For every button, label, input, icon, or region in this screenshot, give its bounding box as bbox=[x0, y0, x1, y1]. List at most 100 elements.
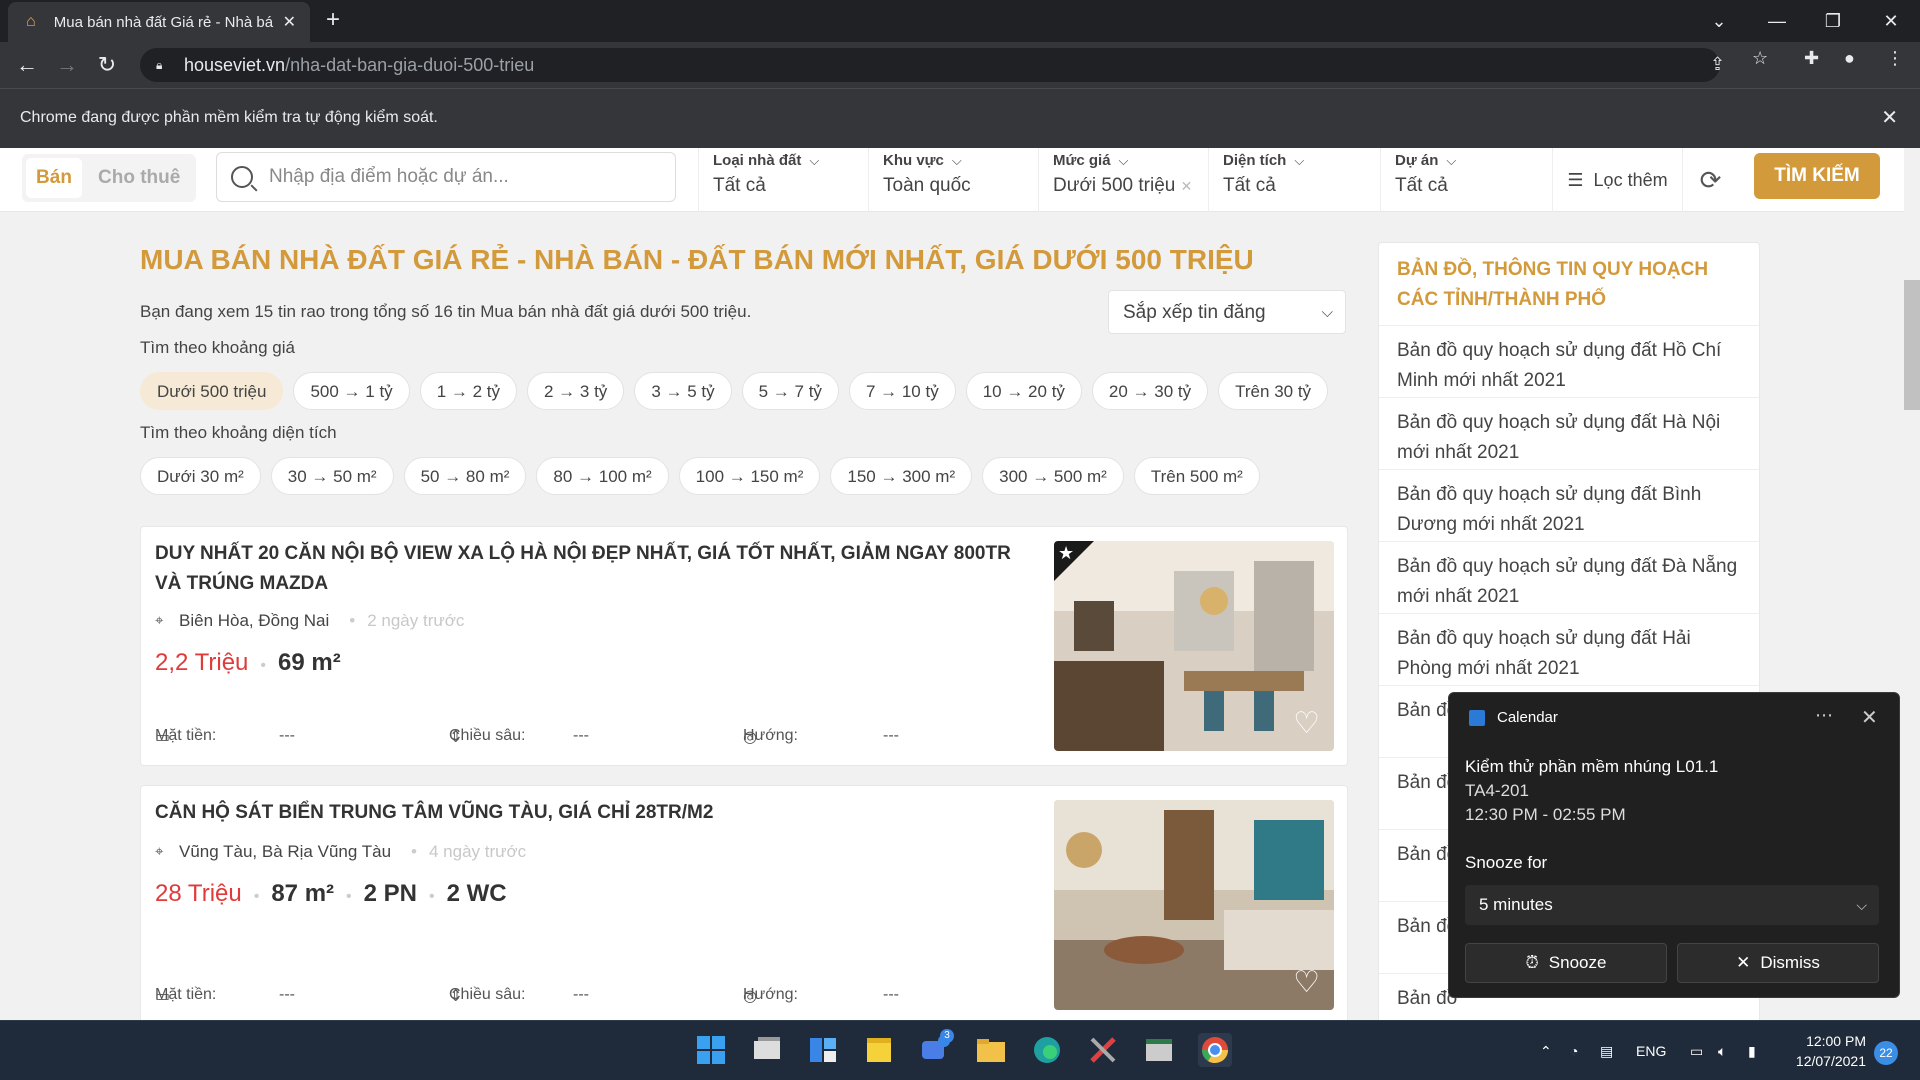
forward-icon[interactable]: → bbox=[52, 50, 82, 80]
price-chip[interactable]: Trên 30 tỷ bbox=[1218, 372, 1329, 410]
listing-card[interactable]: DUY NHẤT 20 CĂN NỘI BỘ VIEW XA LỘ HÀ NỘI… bbox=[140, 526, 1348, 766]
task-view-icon[interactable] bbox=[750, 1033, 784, 1067]
snooze-button[interactable]: ⏰︎ Snooze bbox=[1465, 943, 1667, 983]
interior-photo-placeholder bbox=[1054, 541, 1334, 751]
area-chip[interactable]: Dưới 30 m² bbox=[140, 457, 261, 495]
price-chip[interactable]: Dưới 500 triệu bbox=[140, 372, 284, 410]
tab-sell[interactable]: Bán bbox=[26, 158, 82, 198]
favorite-heart-icon[interactable]: ♡ bbox=[1293, 965, 1320, 1000]
extensions-icon[interactable]: ✚ bbox=[1804, 48, 1819, 69]
sidebar-link[interactable]: Bản đồ quy hoạch sử dụng đất Bình Dương … bbox=[1379, 470, 1759, 542]
filter-project[interactable]: Dự án ⌵ Tất cả bbox=[1380, 148, 1552, 212]
tab-search-icon[interactable]: ⌄ bbox=[1694, 0, 1744, 42]
lock-icon[interactable]: 🔒︎ bbox=[156, 58, 168, 72]
menu-kebab-icon[interactable]: ⋮ bbox=[1886, 48, 1904, 69]
close-window-icon[interactable]: ✕ bbox=[1866, 0, 1916, 42]
price-chip[interactable]: 5 → 7 tỷ bbox=[741, 372, 839, 410]
close-notification-icon[interactable]: ✕ bbox=[1861, 705, 1878, 730]
back-icon[interactable]: ← bbox=[12, 50, 42, 80]
url-text[interactable]: houseviet.vn/nha-dat-ban-gia-duoi-500-tr… bbox=[184, 55, 534, 76]
share-icon[interactable]: ⇪ bbox=[1710, 54, 1725, 75]
event-title: Kiểm thử phần mềm nhúng L01.1 bbox=[1465, 757, 1719, 776]
sidebar-link[interactable]: Bản đồ quy hoạch sử dụng đất Hải Phòng m… bbox=[1379, 614, 1759, 686]
price-chip[interactable]: 2 → 3 tỷ bbox=[527, 372, 625, 410]
price-chip[interactable]: 20 → 30 tỷ bbox=[1091, 372, 1209, 410]
system-clock[interactable]: 12:00 PM 12/07/2021 bbox=[1782, 1031, 1866, 1071]
volume-icon[interactable]: 🔈︎ bbox=[1718, 1021, 1726, 1080]
alarm-clock-icon: ⏰︎ bbox=[1525, 953, 1539, 972]
new-tab-icon[interactable]: + bbox=[326, 8, 340, 32]
filter-region[interactable]: Khu vực ⌵ Toàn quốc bbox=[868, 148, 1038, 212]
page-scrollbar[interactable] bbox=[1904, 148, 1920, 1020]
clear-price-icon[interactable]: ✕ bbox=[1181, 178, 1193, 194]
area-chip[interactable]: 150 → 300 m² bbox=[830, 457, 973, 495]
dismiss-button[interactable]: ✕ Dismiss bbox=[1677, 943, 1879, 983]
widgets-icon[interactable] bbox=[806, 1033, 840, 1067]
favorite-heart-icon[interactable]: ♡ bbox=[1293, 706, 1320, 741]
tool-app-icon[interactable] bbox=[1086, 1033, 1120, 1067]
tab-rent[interactable]: Cho thuê bbox=[98, 158, 180, 198]
language-indicator[interactable]: ENG bbox=[1636, 1021, 1666, 1080]
scrollbar-thumb[interactable] bbox=[1904, 280, 1920, 410]
event-time: 12:30 PM - 02:55 PM bbox=[1465, 805, 1626, 824]
edge-browser-icon[interactable] bbox=[1030, 1033, 1064, 1067]
profile-icon[interactable]: ● bbox=[1844, 48, 1855, 69]
browser-tab[interactable]: ⌂ Mua bán nhà đất Giá rẻ - Nhà bá ✕ bbox=[8, 2, 310, 42]
listing-title[interactable]: CĂN HỘ SÁT BIỂN TRUNG TÂM VŨNG TÀU, GIÁ … bbox=[155, 798, 1035, 828]
sticky-notes-icon[interactable] bbox=[862, 1033, 896, 1067]
search-field[interactable] bbox=[216, 152, 676, 202]
sort-dropdown[interactable]: Sắp xếp tin đăng ⌵ bbox=[1108, 290, 1346, 334]
tray-expand-icon[interactable]: ⌃ bbox=[1540, 1021, 1552, 1080]
price-chip[interactable]: 500 → 1 tỷ bbox=[293, 372, 410, 410]
price-chip[interactable]: 10 → 20 tỷ bbox=[965, 372, 1082, 410]
start-windows-icon[interactable] bbox=[694, 1033, 728, 1067]
filter-area[interactable]: Diện tích ⌵ Tất cả bbox=[1208, 148, 1380, 212]
price-chip[interactable]: 7 → 10 tỷ bbox=[848, 372, 956, 410]
listing-title[interactable]: DUY NHẤT 20 CĂN NỘI BỘ VIEW XA LỘ HÀ NỘI… bbox=[155, 539, 1035, 599]
listing-photo[interactable]: ★ ♡ bbox=[1054, 541, 1334, 751]
battery-icon[interactable]: ▮ bbox=[1748, 1021, 1756, 1080]
area-chip[interactable]: 30 → 50 m² bbox=[270, 457, 394, 495]
sidebar-link[interactable]: Bản đồ quy hoạch sử dụng đất Đà Nẵng mới… bbox=[1379, 542, 1759, 614]
area-chip[interactable]: 80 → 100 m² bbox=[536, 457, 669, 495]
area-chip[interactable]: 50 → 80 m² bbox=[403, 457, 527, 495]
file-explorer-icon[interactable] bbox=[974, 1033, 1008, 1067]
display-icon[interactable]: ▭ bbox=[1690, 1021, 1703, 1080]
filter-property-type[interactable]: Loại nhà đất ⌵ Tất cả bbox=[698, 148, 868, 212]
search-input[interactable] bbox=[269, 166, 649, 188]
search-button[interactable]: TÌM KIẾM bbox=[1754, 153, 1880, 199]
address-bar-area: ← → ↻ 🔒︎ houseviet.vn/nha-dat-ban-gia-du… bbox=[0, 42, 1920, 88]
app-window-icon[interactable] bbox=[1142, 1033, 1176, 1067]
snooze-duration-select[interactable]: 5 minutes ⌵ bbox=[1465, 885, 1879, 925]
more-filters-button[interactable]: ☰ Lọc thêm bbox=[1552, 148, 1682, 212]
chrome-icon[interactable] bbox=[1198, 1033, 1232, 1067]
sidebar-heading: BẢN ĐỒ, THÔNG TIN QUY HOẠCH CÁC TỈNH/THÀ… bbox=[1379, 243, 1759, 326]
minimize-icon[interactable]: — bbox=[1752, 0, 1802, 42]
teams-chat-icon[interactable]: 3 bbox=[918, 1029, 954, 1067]
omnibox[interactable]: 🔒︎ houseviet.vn/nha-dat-ban-gia-duoi-500… bbox=[140, 48, 1725, 82]
bookmark-star-icon[interactable]: ☆ bbox=[1752, 48, 1768, 69]
price-range-heading: Tìm theo khoảng giá bbox=[140, 338, 295, 357]
filter-price[interactable]: Mức giá ⌵ Dưới 500 triệu ✕ bbox=[1038, 148, 1208, 212]
area-chip[interactable]: Trên 500 m² bbox=[1133, 457, 1260, 495]
close-infobar-icon[interactable]: ✕ bbox=[1881, 105, 1898, 130]
more-options-icon[interactable]: ⋯ bbox=[1815, 705, 1833, 726]
notification-count-badge[interactable]: 22 bbox=[1874, 1041, 1898, 1065]
price-chip[interactable]: 3 → 5 tỷ bbox=[634, 372, 732, 410]
listing-card[interactable]: CĂN HỘ SÁT BIỂN TRUNG TÂM VŨNG TÀU, GIÁ … bbox=[140, 785, 1348, 1045]
reload-icon[interactable]: ↻ bbox=[92, 50, 122, 80]
network-status-icon[interactable]: ◔ bbox=[1570, 1021, 1578, 1080]
reset-filters-icon[interactable]: ⟳ bbox=[1682, 148, 1738, 212]
price-chip[interactable]: 1 → 2 tỷ bbox=[419, 372, 517, 410]
listing-photo[interactable]: ♡ bbox=[1054, 800, 1334, 1010]
close-tab-icon[interactable]: ✕ bbox=[283, 12, 296, 32]
automation-infobar: Chrome đang được phần mềm kiểm tra tự độ… bbox=[0, 88, 1920, 148]
sidebar-link[interactable]: Bản đồ quy hoạch sử dụng đất Hồ Chí Minh… bbox=[1379, 326, 1759, 398]
sidebar-link[interactable]: Bản đồ quy hoạch sử dụng đất Hà Nội mới … bbox=[1379, 398, 1759, 470]
restore-icon[interactable]: ❐ bbox=[1808, 0, 1858, 42]
area-chip[interactable]: 300 → 500 m² bbox=[982, 457, 1124, 495]
input-method-icon[interactable]: ▤ bbox=[1600, 1021, 1613, 1080]
area-chip[interactable]: 100 → 150 m² bbox=[678, 457, 821, 495]
notification-app: Calendar bbox=[1469, 709, 1558, 726]
chevron-down-icon: ⌵ bbox=[1321, 304, 1333, 321]
